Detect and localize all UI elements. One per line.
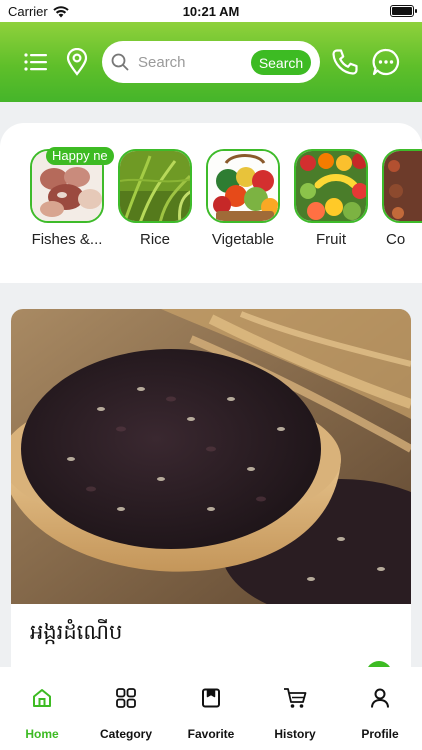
location-button[interactable]: [62, 22, 92, 102]
product-card[interactable]: អង្ករដំណើប: [11, 309, 411, 679]
search-bar: Search: [102, 41, 320, 83]
category-label: Fruit: [316, 231, 346, 248]
menu-button[interactable]: [20, 22, 52, 102]
nav-home[interactable]: Home: [0, 667, 84, 750]
chat-button[interactable]: [370, 22, 402, 102]
product-image: [11, 309, 411, 604]
category-item-rice[interactable]: Rice: [118, 149, 192, 248]
category-item-co[interactable]: Co: [382, 149, 422, 248]
category-carousel: Happy ne Fishes &... Rice Vigetable Frui…: [0, 123, 422, 283]
search-input[interactable]: [138, 51, 248, 73]
rice-plant-image: [120, 151, 190, 221]
chat-icon: [372, 48, 400, 76]
category-item-fruit[interactable]: Fruit: [294, 149, 368, 248]
category-thumbnail: [118, 149, 192, 223]
app-header: Search: [0, 22, 422, 102]
phone-icon: [332, 49, 358, 75]
call-button[interactable]: [329, 22, 361, 102]
product-name: អង្ករដំណើប: [30, 620, 123, 644]
category-label: Fishes &...: [31, 231, 103, 248]
nav-label: Favorite: [187, 727, 235, 741]
category-grid-icon: [116, 688, 136, 708]
category-label: Vigetable: [211, 231, 275, 248]
fruit-display-image: [296, 151, 366, 221]
category-item-vegetable[interactable]: Vigetable: [206, 149, 280, 248]
nav-category[interactable]: Category: [84, 667, 168, 750]
status-bar: Carrier 10:21 AM: [0, 0, 422, 22]
black-rice-bowl-image: [11, 309, 411, 604]
location-pin-icon: [66, 48, 88, 76]
category-thumbnail: [206, 149, 280, 223]
home-icon: [33, 689, 51, 707]
bottom-navigation: Home Category Favorite History Profile: [0, 667, 422, 750]
battery-icon: [390, 5, 417, 17]
menu-icon: [24, 53, 47, 71]
search-button[interactable]: Search: [251, 50, 311, 75]
nav-history[interactable]: History: [253, 667, 337, 750]
battery-level: [392, 7, 412, 15]
cart-icon: [284, 688, 307, 708]
category-thumbnail: [382, 149, 422, 223]
user-icon: [371, 688, 389, 708]
category-thumbnail: [294, 149, 368, 223]
nav-label: Profile: [361, 727, 399, 741]
nav-favorite[interactable]: Favorite: [169, 667, 253, 750]
category-item-fishes[interactable]: Happy ne Fishes &...: [30, 147, 114, 248]
nav-label: Category: [99, 727, 152, 741]
vegetable-basket-image: [208, 151, 278, 221]
spice-image: [384, 151, 422, 221]
nav-label: Home: [25, 727, 59, 741]
category-badge: Happy ne: [46, 147, 114, 165]
category-label: Rice: [139, 231, 170, 248]
status-time: 10:21 AM: [182, 4, 240, 19]
bookmark-icon: [202, 688, 220, 708]
nav-profile[interactable]: Profile: [338, 667, 422, 750]
nav-label: History: [274, 727, 316, 741]
search-icon: [111, 53, 129, 71]
category-label: Co: [386, 231, 406, 248]
